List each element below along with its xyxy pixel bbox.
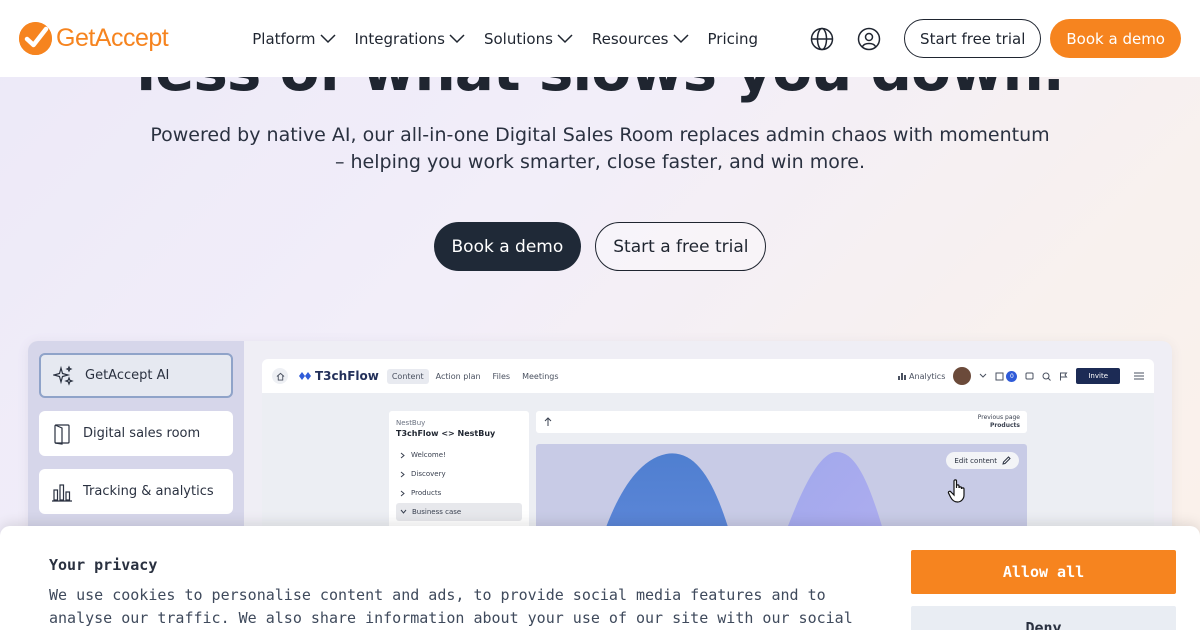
deny-button[interactable]: Deny	[911, 606, 1176, 630]
chevron-right-icon	[400, 490, 405, 496]
header-actions: Start free trial Book a demo	[809, 19, 1181, 58]
home-icon[interactable]	[272, 368, 288, 384]
app-topbar: T3chFlow Content Action plan Files Meeti…	[262, 359, 1154, 393]
notifications[interactable]: 0	[995, 370, 1018, 382]
nav-label: Solutions	[483, 29, 553, 48]
feature-label: GetAccept AI	[85, 368, 170, 383]
nav-resources[interactable]: Resources	[592, 30, 689, 48]
analytics-label: Analytics	[909, 371, 946, 381]
hero-book-demo-button[interactable]: Book a demo	[433, 222, 582, 271]
user-icon[interactable]	[856, 26, 882, 52]
room-title: T3chFlow <> NestBuy	[396, 429, 496, 438]
feature-digital-sales-room[interactable]: Digital sales room	[39, 411, 233, 456]
feature-tracking-analytics[interactable]: Tracking & analytics	[39, 469, 233, 514]
outline-item[interactable]: Discovery	[396, 465, 522, 483]
outline-label: Discovery	[411, 470, 446, 478]
hero-subtitle: Powered by native AI, our all-in-one Dig…	[150, 124, 1050, 173]
avatar[interactable]	[953, 367, 972, 385]
hand-cursor-icon	[947, 479, 965, 503]
chevron-down-icon	[672, 33, 689, 43]
outline-item[interactable]: Welcome!	[396, 446, 522, 464]
chat-icon[interactable]	[1025, 372, 1034, 381]
previous-page[interactable]: Previous page Products	[978, 414, 1020, 430]
hero-cta-row: Book a demo Start a free trial	[0, 222, 1200, 271]
sparkles-icon	[53, 364, 74, 386]
chevron-down-icon	[980, 373, 987, 378]
flag-icon[interactable]	[1059, 372, 1068, 381]
edit-content-button[interactable]: Edit content	[946, 452, 1019, 469]
chevron-down-icon	[319, 33, 336, 43]
outline-item[interactable]: Products	[396, 484, 522, 502]
invite-button[interactable]: Invite	[1076, 368, 1120, 384]
book-demo-button[interactable]: Book a demo	[1050, 19, 1181, 58]
app-brand-name: T3chFlow	[315, 369, 379, 383]
page-navigation: Previous page Products	[536, 411, 1027, 433]
pencil-icon	[1002, 456, 1011, 465]
bar-chart-icon	[52, 483, 72, 502]
cookie-banner: Your privacy We use cookies to personali…	[0, 526, 1200, 630]
logo-text: GetAccept	[56, 24, 169, 52]
chevron-down-icon	[557, 33, 573, 43]
start-free-trial-button[interactable]: Start free trial	[904, 19, 1042, 58]
search-icon[interactable]	[1042, 372, 1052, 381]
chevron-down-icon	[449, 33, 465, 43]
app-tab-content[interactable]: Content	[386, 368, 429, 384]
nav-label: Integrations	[354, 29, 445, 48]
feature-getaccept-ai[interactable]: GetAccept AI	[39, 353, 233, 398]
cookie-text: We use cookies to personalise content an…	[49, 586, 853, 627]
edit-content-label: Edit content	[954, 456, 997, 465]
previous-page-name: Products	[989, 422, 1020, 429]
chevron-down-icon	[400, 509, 407, 514]
arrow-up-icon[interactable]	[543, 417, 553, 427]
nav-solutions[interactable]: Solutions	[484, 30, 573, 48]
nav-label: Resources	[591, 29, 669, 48]
app-tab-files[interactable]: Files	[488, 369, 516, 384]
nav-label: Pricing	[707, 29, 759, 48]
main-nav: Platform Integrations Solutions Resource…	[252, 30, 777, 48]
previous-page-label: Previous page	[977, 414, 1020, 421]
hero-start-trial-button[interactable]: Start a free trial	[595, 222, 767, 271]
logo-check-icon	[19, 22, 52, 55]
outline-item-selected[interactable]: Business case	[396, 503, 522, 521]
site-header: GetAccept Platform Integrations Solution…	[0, 0, 1200, 77]
analytics-link[interactable]: Analytics	[898, 372, 945, 381]
brand-logo-icon	[299, 372, 311, 380]
app-actions: Analytics 0 Invite	[898, 367, 1144, 385]
allow-all-button[interactable]: Allow all	[911, 550, 1176, 594]
app-brand: T3chFlow	[298, 369, 379, 383]
chevron-right-icon	[400, 452, 405, 458]
nav-label: Platform	[252, 29, 316, 48]
room-caption: NestBuy	[396, 419, 426, 427]
feature-label: Tracking & analytics	[83, 484, 214, 499]
globe-icon[interactable]	[809, 26, 835, 52]
nav-pricing[interactable]: Pricing	[708, 30, 759, 48]
nav-platform[interactable]: Platform	[252, 29, 336, 48]
menu-icon[interactable]	[1134, 372, 1144, 380]
logo[interactable]: GetAccept	[19, 22, 169, 55]
analytics-icon	[898, 373, 907, 380]
chevron-right-icon	[400, 471, 405, 477]
outline-label: Business case	[412, 508, 462, 516]
door-icon	[54, 423, 70, 445]
cookie-title: Your privacy	[49, 556, 158, 574]
app-tab-action-plan[interactable]: Action plan	[431, 369, 486, 384]
app-tab-meetings[interactable]: Meetings	[517, 369, 563, 384]
notification-badge: 0	[1006, 370, 1018, 382]
bell-icon	[995, 372, 1004, 380]
outline-label: Products	[411, 489, 442, 497]
feature-label: Digital sales room	[83, 426, 201, 441]
outline-label: Welcome!	[411, 451, 446, 459]
nav-integrations[interactable]: Integrations	[355, 30, 465, 48]
